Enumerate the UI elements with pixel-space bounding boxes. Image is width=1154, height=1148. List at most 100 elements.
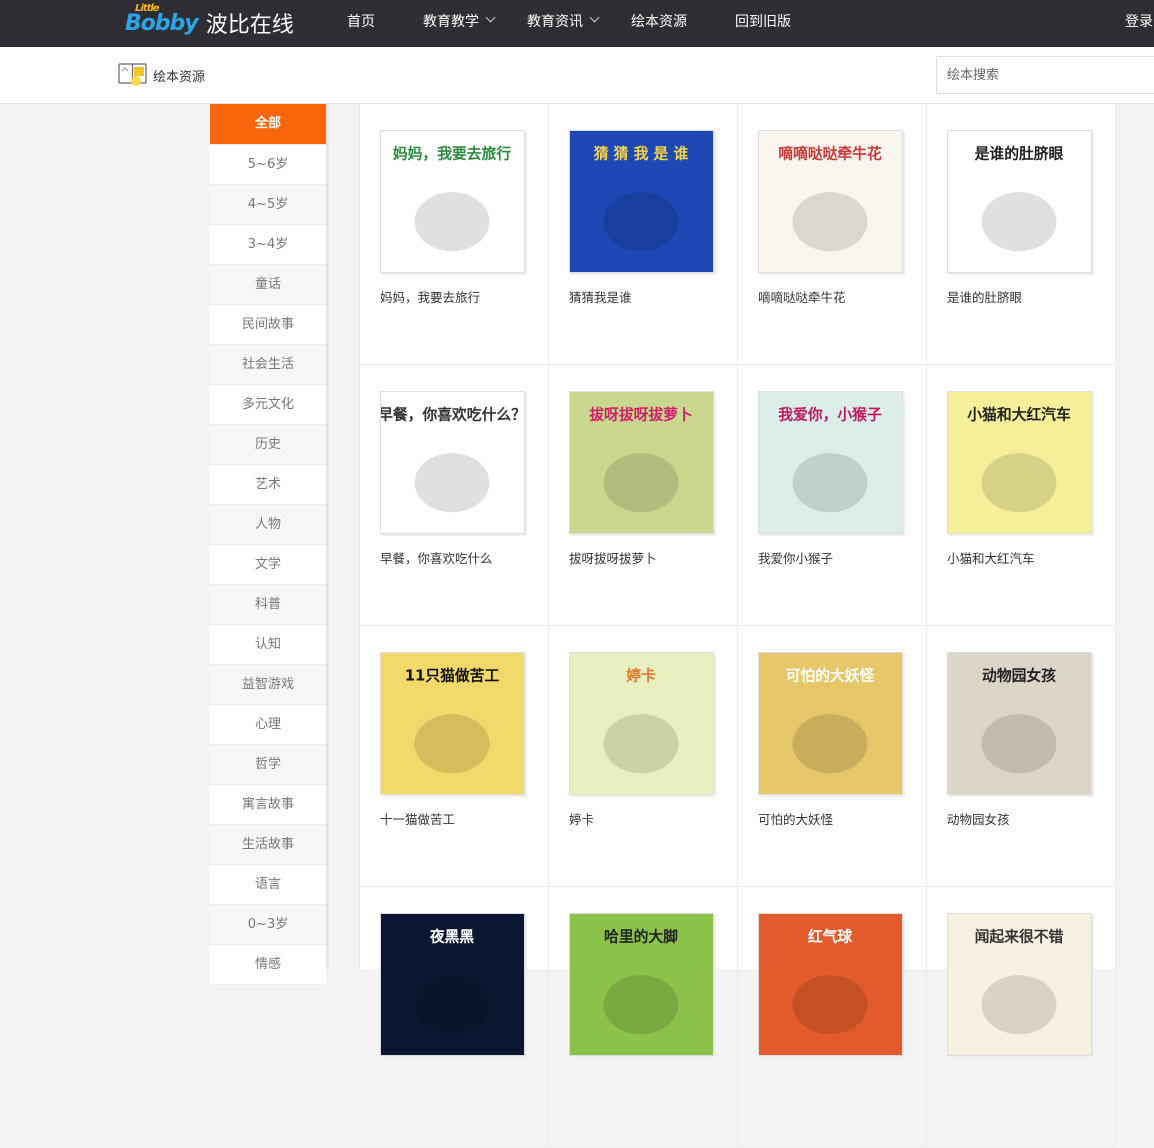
book-title[interactable]: 小猫和大红汽车 <box>947 548 1035 567</box>
category-item[interactable]: 益智游戏 <box>210 665 326 705</box>
logo-mark: Little Bobby <box>125 2 199 36</box>
cover-title: 闻起来很不错 <box>975 928 1064 946</box>
book-cover[interactable]: 夜黑黑 <box>380 913 525 1056</box>
cover-title: 拔呀拔呀拔萝卜 <box>589 406 692 424</box>
site-name: 波比在线 <box>205 13 294 38</box>
book-title[interactable]: 可怕的大妖怪 <box>758 809 833 828</box>
cover-title: 夜黑黑 <box>429 928 475 946</box>
book-card[interactable]: 闻起来很不错 <box>927 887 1116 1148</box>
book-card[interactable]: 小猫和大红汽车 小猫和大红汽车 <box>927 365 1116 626</box>
book-grid: 妈妈，我要去旅行 妈妈，我要去旅行猜 猜 我 是 谁猜猜我是谁 嘀嘀哒哒牵牛花 嘀嘀哒… <box>359 104 1116 1148</box>
search-input[interactable] <box>936 56 1154 94</box>
category-item[interactable]: 0~3岁 <box>210 905 326 945</box>
book-card[interactable]: 是谁的肚脐眼 是谁的肚脐眼 <box>927 104 1116 365</box>
book-card[interactable]: 妈妈，我要去旅行 妈妈，我要去旅行 <box>360 104 549 365</box>
book-cover[interactable]: 闻起来很不错 <box>947 913 1092 1056</box>
category-item[interactable]: 民间故事 <box>210 305 326 345</box>
nav-picture-books[interactable]: 绘本资源 <box>631 0 687 47</box>
book-card[interactable]: 动物园女孩 动物园女孩 <box>927 626 1116 887</box>
book-title[interactable]: 早餐，你喜欢吃什么 <box>380 548 493 567</box>
book-cover[interactable]: 拔呀拔呀拔萝卜 <box>569 391 714 534</box>
book-cover[interactable]: 妈妈，我要去旅行 <box>380 130 525 273</box>
cover-title: 婷卡 <box>626 667 656 685</box>
book-cover[interactable]: 可怕的大妖怪 <box>758 652 903 795</box>
book-title[interactable]: 婷卡 <box>569 809 594 828</box>
book-card[interactable]: 婷卡 婷卡 <box>549 626 738 887</box>
book-cover[interactable]: 嘀嘀哒哒牵牛花 <box>758 130 903 273</box>
book-title[interactable]: 拔呀拔呀拔萝卜 <box>569 548 657 567</box>
book-card[interactable]: 夜黑黑 <box>360 887 549 1148</box>
nav-old-version[interactable]: 回到旧版 <box>735 0 791 47</box>
cover-title: 小猫和大红汽车 <box>967 406 1071 424</box>
book-cover[interactable]: 11只猫做苦工 <box>380 652 525 795</box>
nav-news[interactable]: 教育资讯 <box>527 0 600 47</box>
category-item[interactable]: 历史 <box>210 425 326 465</box>
chevron-down-icon <box>589 12 600 23</box>
category-item[interactable]: 多元文化 <box>210 385 326 425</box>
category-item[interactable]: 语言 <box>210 865 326 905</box>
book-cover[interactable]: 哈里的大脚 <box>569 913 714 1056</box>
category-item[interactable]: 人物 <box>210 505 326 545</box>
category-item[interactable]: 3~4岁 <box>210 225 326 265</box>
book-title[interactable]: 动物园女孩 <box>947 809 1010 828</box>
category-item[interactable]: 科普 <box>210 585 326 625</box>
site-logo[interactable]: Little Bobby 波比在线 <box>125 3 294 43</box>
nav-teaching[interactable]: 教育教学 <box>423 0 496 47</box>
book-card[interactable]: 我爱你，小猴子我爱你小猴子 <box>738 365 927 626</box>
category-item[interactable]: 认知 <box>210 625 326 665</box>
category-item[interactable]: 5~6岁 <box>210 145 326 185</box>
book-cover[interactable]: 小猫和大红汽车 <box>947 391 1092 534</box>
category-item[interactable]: 全部 <box>210 104 326 145</box>
book-card[interactable]: 11只猫做苦工十一猫做苦工 <box>360 626 549 887</box>
book-title[interactable]: 嘀嘀哒哒牵牛花 <box>758 287 846 306</box>
chevron-down-icon <box>485 12 496 23</box>
book-title[interactable]: 我爱你小猴子 <box>758 548 833 567</box>
category-item[interactable]: 生活故事 <box>210 825 326 865</box>
book-cover[interactable]: 我爱你，小猴子 <box>758 391 903 534</box>
book-card[interactable]: 拔呀拔呀拔萝卜 拔呀拔呀拔萝卜 <box>549 365 738 626</box>
category-item[interactable]: 情感 <box>210 945 326 985</box>
category-item[interactable]: 童话 <box>210 265 326 305</box>
category-item[interactable]: 艺术 <box>210 465 326 505</box>
book-card[interactable]: 哈里的大脚 <box>549 887 738 1148</box>
cover-title: 红气球 <box>808 928 853 946</box>
book-title[interactable]: 妈妈，我要去旅行 <box>380 287 480 306</box>
book-card[interactable]: 红气球 <box>738 887 927 1148</box>
book-cover[interactable]: 是谁的肚脐眼 <box>947 130 1092 273</box>
book-card[interactable]: 嘀嘀哒哒牵牛花 嘀嘀哒哒牵牛花 <box>738 104 927 365</box>
cover-title: 早餐，你喜欢吃什么？ <box>381 406 524 424</box>
nav-home[interactable]: 首页 <box>347 0 375 47</box>
book-cover[interactable]: 红气球 <box>758 913 903 1056</box>
top-nav-bar: Little Bobby 波比在线 首页 教育教学 教育资讯 绘本资源 回到旧版 … <box>0 0 1154 47</box>
picture-book-icon <box>118 63 147 86</box>
book-cover[interactable]: 早餐，你喜欢吃什么？ <box>380 391 525 534</box>
category-item[interactable]: 4~5岁 <box>210 185 326 225</box>
book-cover[interactable]: 婷卡 <box>569 652 714 795</box>
book-title[interactable]: 是谁的肚脐眼 <box>947 287 1022 306</box>
cover-title: 猜 猜 我 是 谁 <box>593 145 689 163</box>
cover-title: 动物园女孩 <box>982 667 1056 685</box>
book-card[interactable]: 可怕的大妖怪 可怕的大妖怪 <box>738 626 927 887</box>
book-card[interactable]: 猜 猜 我 是 谁猜猜我是谁 <box>549 104 738 365</box>
cover-title: 11只猫做苦工 <box>405 667 500 685</box>
category-item[interactable]: 寓言故事 <box>210 785 326 825</box>
book-title[interactable]: 猜猜我是谁 <box>569 287 632 306</box>
section-title: 绘本资源 <box>153 70 206 85</box>
sidebar-divider <box>326 104 330 969</box>
category-item[interactable]: 文学 <box>210 545 326 585</box>
book-title[interactable]: 十一猫做苦工 <box>380 809 455 828</box>
cover-title: 可怕的大妖怪 <box>786 667 875 685</box>
category-item[interactable]: 心理 <box>210 705 326 745</box>
category-item[interactable]: 哲学 <box>210 745 326 785</box>
login-link[interactable]: 登录 <box>1125 0 1153 47</box>
cover-title: 嘀嘀哒哒牵牛花 <box>778 145 882 163</box>
book-cover[interactable]: 猜 猜 我 是 谁 <box>569 130 714 273</box>
book-card[interactable]: 早餐，你喜欢吃什么？ 早餐，你喜欢吃什么 <box>360 365 549 626</box>
cover-title: 妈妈，我要去旅行 <box>393 145 511 163</box>
category-sidebar: 全部 5~6岁 4~5岁 3~4岁 童话 民间故事 社会生活 多元文化 历史 艺术 人物 文学 科普 认知… <box>210 104 326 985</box>
cover-title: 哈里的大脚 <box>604 928 678 946</box>
cover-title: 是谁的肚脐眼 <box>974 145 1064 163</box>
cover-title: 我爱你，小猴子 <box>778 406 882 424</box>
book-cover[interactable]: 动物园女孩 <box>947 652 1092 795</box>
category-item[interactable]: 社会生活 <box>210 345 326 385</box>
